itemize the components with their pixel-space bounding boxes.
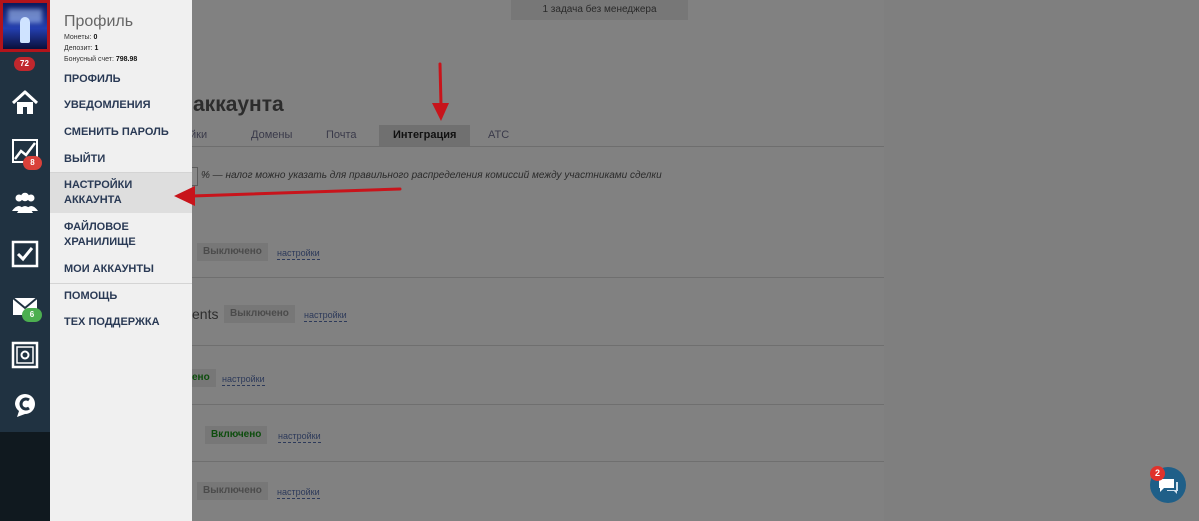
home-icon[interactable] — [11, 89, 39, 117]
menu-item-file-storage[interactable]: ФАЙЛОВОЕ ХРАНИЛИЩЕ — [50, 220, 192, 250]
people-icon[interactable] — [11, 189, 39, 217]
settings-link[interactable]: настройки — [277, 248, 320, 260]
settings-link[interactable]: настройки — [222, 374, 265, 386]
chat-unread-badge: 2 — [1150, 466, 1165, 481]
page-title: аккаунта — [193, 93, 284, 116]
menu-item-my-accounts[interactable]: МОИ АККАУНТЫ — [50, 262, 192, 277]
bonus-stat: Бонусный счет: 798.98 — [64, 56, 138, 63]
menu-item-tech-support[interactable]: ТЕХ ПОДДЕРЖКА — [50, 315, 192, 330]
safe-icon[interactable] — [11, 341, 39, 369]
settings-link[interactable]: настройки — [278, 431, 321, 443]
tab-integration[interactable]: Интеграция — [379, 125, 471, 146]
coins-stat: Монеты: 0 — [64, 34, 98, 41]
row-divider — [190, 461, 884, 462]
status-badge: Выключено — [197, 243, 268, 261]
menu-item-logout[interactable]: ВЫЙТИ — [50, 152, 192, 167]
tab-mail[interactable]: Почта — [326, 125, 357, 146]
deposit-stat: Депозит: 1 — [64, 45, 99, 52]
mail-badge: 6 — [22, 308, 42, 322]
tax-note: % — налог можно указать для правильного … — [201, 170, 662, 181]
menu-item-notifications[interactable]: УВЕДОМЛЕНИЯ — [50, 98, 192, 113]
settings-link[interactable]: настройки — [277, 487, 320, 499]
settings-link[interactable]: настройки — [304, 310, 347, 322]
tab-ats[interactable]: АТС — [488, 125, 509, 146]
checkbox-tasks-icon[interactable] — [11, 240, 39, 268]
profile-menu: Профиль Монеты: 0 Депозит: 1 Бонусный сч… — [50, 0, 192, 521]
integration-name-fragment: ents — [192, 306, 219, 322]
menu-item-help[interactable]: ПОМОЩЬ — [50, 289, 192, 304]
settings-tabs: йки Домены Почта Интеграция АТС — [190, 125, 884, 147]
notification-count-badge: 72 — [14, 57, 35, 71]
sidebar-rail: 72 8 6 — [0, 0, 50, 521]
row-divider — [190, 277, 884, 278]
unassigned-task-notice[interactable]: 1 задача без менеджера — [511, 0, 688, 20]
row-divider — [190, 345, 884, 346]
tab-domains[interactable]: Домены — [251, 125, 292, 146]
menu-title: Профиль — [64, 13, 134, 30]
sidebar-footer-band — [0, 432, 50, 521]
currency-icon[interactable] — [11, 390, 39, 418]
menu-item-profile[interactable]: ПРОФИЛЬ — [50, 72, 192, 87]
status-badge: Выключено — [197, 482, 268, 500]
menu-item-account-settings[interactable]: НАСТРОЙКИ АККАУНТА — [50, 173, 192, 213]
menu-item-change-password[interactable]: СМЕНИТЬ ПАРОЛЬ — [50, 125, 192, 140]
tab-settings[interactable]: йки — [190, 125, 207, 146]
analytics-badge: 8 — [23, 156, 42, 170]
row-divider — [190, 404, 884, 405]
menu-divider — [50, 283, 192, 284]
avatar-image — [3, 3, 47, 49]
avatar[interactable] — [0, 0, 50, 52]
status-badge: Выключено — [224, 305, 295, 323]
status-badge: Включено — [205, 426, 268, 444]
